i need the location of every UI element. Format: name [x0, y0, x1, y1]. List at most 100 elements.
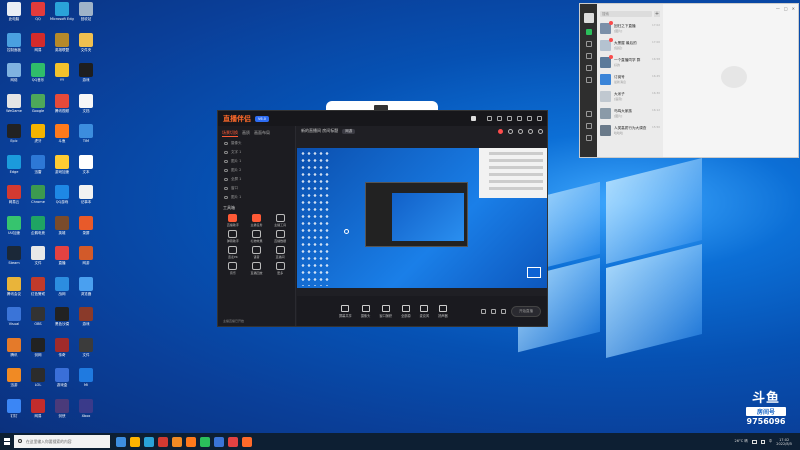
toolbox-item[interactable]: 音乐	[221, 262, 245, 275]
desktop-icon[interactable]: Steam	[2, 246, 26, 274]
taskbar-app-icon[interactable]	[186, 436, 196, 447]
lock-icon[interactable]	[518, 128, 523, 134]
scene-item[interactable]: 图片 2	[218, 166, 295, 175]
stage-tool-button[interactable]: 窗口捕获	[379, 304, 392, 318]
desktop-icon[interactable]: 黑色沙漠	[50, 307, 74, 335]
bell-icon[interactable]	[528, 128, 533, 134]
volume-icon[interactable]	[760, 439, 765, 444]
desktop-icon[interactable]: 记事本	[74, 185, 98, 213]
ime-indicator[interactable]: 中	[769, 439, 773, 444]
stage-tool-button[interactable]: 扬声器	[438, 304, 448, 318]
weather-text[interactable]: 26°C 晴	[735, 439, 748, 444]
moments-icon[interactable]	[585, 77, 592, 83]
chat-maximize-button[interactable]: □	[784, 6, 788, 11]
chat-app-window[interactable]: 搜索 + 回归之下直播 [图片] 17:02 大黑屋 最后的 [链接] 17:00 一个直播…	[579, 3, 799, 158]
stage-tool-button[interactable]: 屏幕共享	[339, 304, 352, 318]
desktop-icon[interactable]: 游戏	[74, 63, 98, 91]
desktop-icon[interactable]: 录屏	[74, 215, 98, 244]
toolbox-item[interactable]: 直播助手	[221, 214, 245, 227]
scene-item[interactable]: 全屏 1	[218, 175, 295, 184]
desktop-icon[interactable]: 网游	[74, 246, 98, 274]
settings-icon[interactable]	[497, 116, 502, 121]
eye-icon[interactable]	[224, 187, 228, 190]
conversation-item[interactable]: 订阅号 最新消息 16:45	[597, 71, 663, 88]
desktop-icon[interactable]: 游戏加速	[50, 154, 74, 183]
tab-quality[interactable]: 画质	[242, 130, 250, 137]
toolbox-item[interactable]: 主播工具	[268, 214, 292, 227]
conversation-item[interactable]: 鸟鸣大家族 [图片] 16:12	[597, 105, 663, 122]
desktop-icon[interactable]: 浏览器	[74, 276, 98, 305]
conversation-item[interactable]: 一个直播同学 群好的 16:58	[597, 54, 663, 71]
desktop-icon[interactable]: WeGame	[2, 93, 26, 122]
toolbox-item[interactable]: 直播间	[268, 246, 292, 259]
scene-item[interactable]: 文字 1	[218, 148, 295, 157]
conversation-item[interactable]: 人类高质行为大调查 哈哈哈 15:50	[597, 122, 663, 139]
eye-icon[interactable]	[224, 151, 228, 154]
chat-icon[interactable]	[585, 29, 592, 35]
toolbox-item[interactable]: 礼物效果	[245, 230, 269, 243]
desktop-icon[interactable]: 游戏	[74, 307, 98, 335]
desktop-icon[interactable]: Visual	[2, 307, 26, 335]
taskbar-app-icon[interactable]	[116, 436, 126, 447]
desktop-icon[interactable]: 剑侠	[50, 398, 74, 427]
desktop-icon[interactable]: 文件	[74, 337, 98, 366]
screen-icon[interactable]	[491, 308, 496, 314]
desktop-icon[interactable]: 网络	[2, 63, 26, 91]
toolbox-item[interactable]: 连麦PK	[221, 246, 245, 259]
desktop-icon[interactable]: Microsoft Edge	[50, 2, 74, 30]
desktop-icon[interactable]: 游戏盒	[50, 368, 74, 396]
desktop-icon[interactable]: YY	[50, 63, 74, 91]
camera-icon[interactable]	[481, 308, 486, 314]
desktop-icon[interactable]: 虎牙	[26, 124, 50, 152]
eye-icon[interactable]	[224, 160, 228, 163]
eye-icon[interactable]	[224, 196, 228, 199]
taskbar-app-icon[interactable]	[144, 436, 154, 447]
taskbar-search-input[interactable]: 在这里输入你要搜索的内容	[14, 435, 110, 448]
desktop-icon[interactable]: UU加速	[2, 215, 26, 244]
desktop-icon[interactable]: QQ游戏	[50, 185, 74, 213]
clock[interactable]: 17:02 2022/8/5	[776, 438, 792, 446]
add-button[interactable]: +	[654, 11, 660, 17]
taskbar-app-icon[interactable]	[228, 436, 238, 447]
desktop-icon[interactable]: 迅雷	[26, 154, 50, 183]
desktop-icon[interactable]: 网易	[26, 398, 50, 427]
desktop-icon[interactable]: 回收站	[74, 2, 98, 30]
miniapp-icon[interactable]	[585, 111, 592, 117]
desktop-icon[interactable]: 剑网	[26, 337, 50, 366]
desktop-icon[interactable]: 迅游	[2, 368, 26, 396]
desktop-icon[interactable]: 文件夹	[74, 32, 98, 61]
desktop-icon[interactable]: Xbox	[74, 398, 98, 427]
toolbox-item[interactable]: 主播任务	[245, 214, 269, 227]
live-preview[interactable]	[297, 148, 547, 288]
mail-icon[interactable]	[487, 116, 492, 121]
desktop-icon[interactable]: Mi	[74, 368, 98, 396]
desktop-icon[interactable]: TIM	[74, 124, 98, 152]
desktop-icon[interactable]: QQ音乐	[26, 63, 50, 91]
desktop-icon[interactable]: 传奇	[50, 337, 74, 366]
gift-icon[interactable]	[508, 128, 513, 134]
scene-item[interactable]: 图片 1	[218, 157, 295, 166]
desktop-icon[interactable]: 直播	[50, 246, 74, 274]
user-avatar[interactable]	[471, 116, 476, 121]
desktop-icon[interactable]: 腾讯视频	[50, 93, 74, 122]
desktop-icon[interactable]: 腾讯会议	[2, 276, 26, 305]
network-icon[interactable]	[751, 439, 757, 444]
eye-icon[interactable]	[224, 142, 228, 145]
stage-tool-button[interactable]: 摄像头	[361, 304, 370, 318]
desktop-icon[interactable]: Chrome	[26, 185, 50, 213]
toolbox-item[interactable]: 直播回放	[245, 262, 269, 275]
desktop-icon[interactable]: 斗鱼	[50, 124, 74, 152]
desktop-icon[interactable]: OBS	[26, 307, 50, 335]
desktop-icon[interactable]: 腾讯	[2, 337, 26, 366]
desktop-icon[interactable]: 网易	[26, 32, 50, 61]
contacts-icon[interactable]	[585, 41, 592, 47]
desktop-icon[interactable]: Edge	[2, 154, 26, 183]
desktop-icon[interactable]: 文件	[26, 246, 50, 274]
desktop-icon[interactable]: LOL	[26, 368, 50, 396]
stage-tool-button[interactable]: 全部源	[401, 304, 411, 318]
taskbar-app-icon[interactable]	[158, 436, 168, 447]
desktop-icon[interactable]: 文本	[74, 154, 98, 183]
conversation-item[interactable]: 回归之下直播 [图片] 17:02	[597, 20, 663, 37]
chat-search-input[interactable]: 搜索	[600, 11, 652, 17]
taskbar-app-icon[interactable]	[130, 436, 140, 447]
